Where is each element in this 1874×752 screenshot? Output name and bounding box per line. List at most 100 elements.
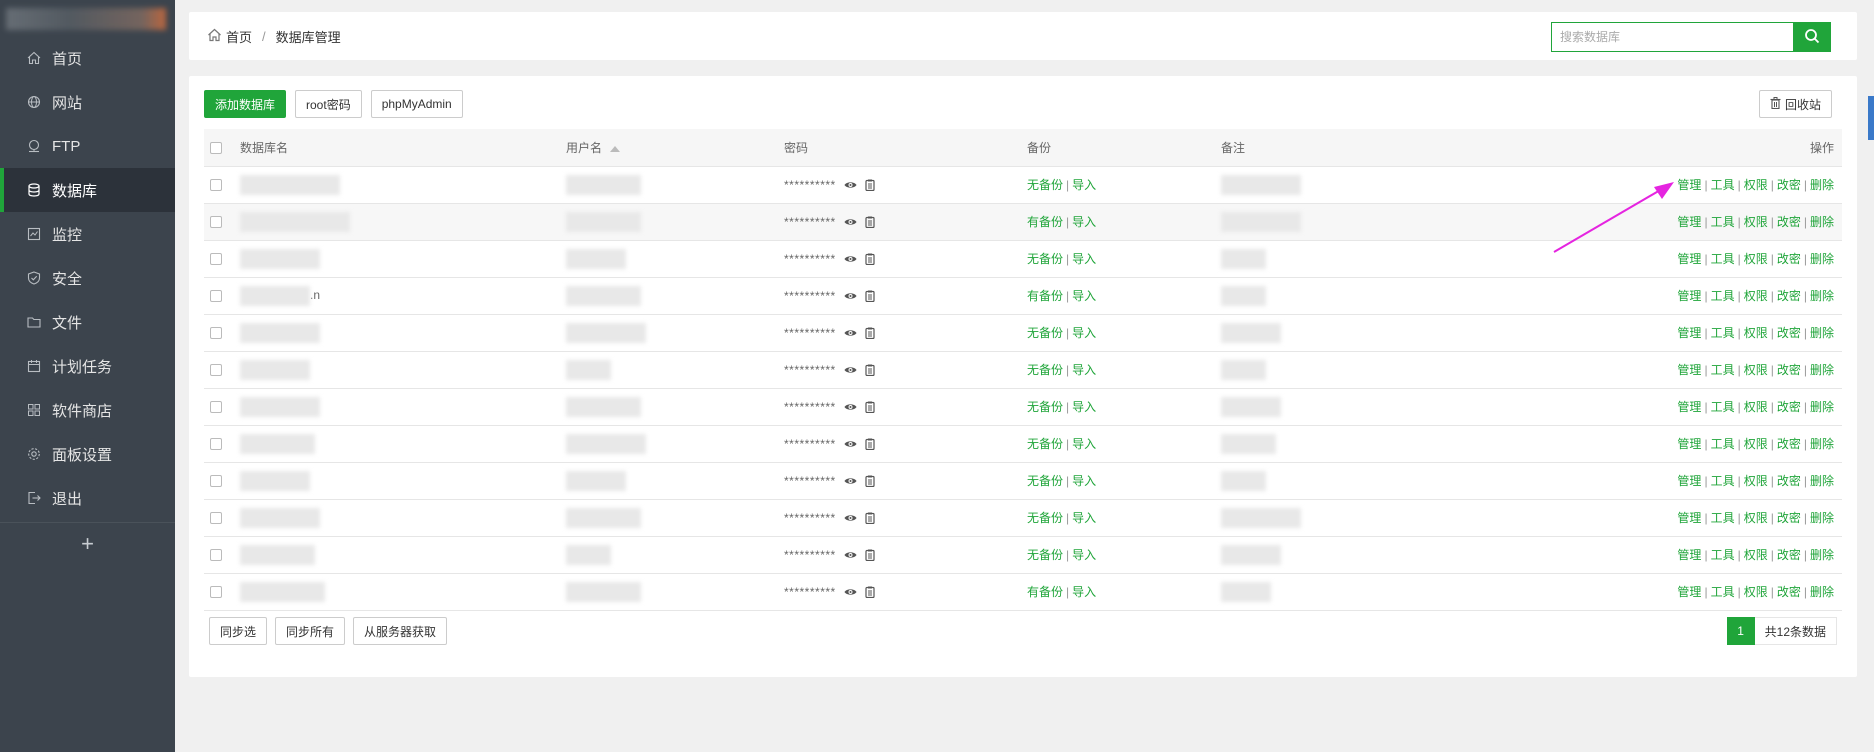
op-link[interactable]: 权限	[1744, 548, 1768, 562]
notes-cell[interactable]	[1215, 240, 1435, 278]
op-link[interactable]: 改密	[1777, 585, 1801, 599]
copy-icon[interactable]	[865, 253, 875, 266]
row-checkbox[interactable]	[210, 401, 222, 414]
op-link[interactable]: 管理	[1677, 178, 1701, 192]
search-input[interactable]	[1551, 22, 1793, 52]
notes-cell[interactable]	[1215, 536, 1435, 574]
notes-cell[interactable]	[1215, 351, 1435, 389]
op-link[interactable]: 删除	[1810, 548, 1834, 562]
eye-icon[interactable]	[844, 550, 857, 560]
copy-icon[interactable]	[865, 179, 875, 192]
op-link[interactable]: 管理	[1677, 252, 1701, 266]
sidebar-item-10[interactable]: 退出	[0, 476, 175, 520]
copy-icon[interactable]	[865, 216, 875, 229]
fetch-from-server-button[interactable]: 从服务器获取	[353, 617, 448, 645]
op-link[interactable]: 工具	[1711, 363, 1735, 377]
import-link[interactable]: 导入	[1072, 252, 1096, 266]
op-link[interactable]: 管理	[1677, 326, 1701, 340]
row-checkbox[interactable]	[210, 475, 222, 488]
copy-icon[interactable]	[865, 512, 875, 525]
copy-icon[interactable]	[865, 401, 875, 414]
op-link[interactable]: 工具	[1711, 400, 1735, 414]
sidebar-item-5[interactable]: 安全	[0, 256, 175, 300]
op-link[interactable]: 改密	[1777, 437, 1801, 451]
add-database-button[interactable]: 添加数据库	[204, 90, 287, 118]
import-link[interactable]: 导入	[1072, 363, 1096, 377]
sidebar-item-0[interactable]: 首页	[0, 36, 175, 80]
op-link[interactable]: 权限	[1744, 215, 1768, 229]
select-all-checkbox[interactable]	[210, 142, 222, 155]
notes-cell[interactable]	[1215, 166, 1435, 204]
op-link[interactable]: 权限	[1744, 326, 1768, 340]
row-checkbox[interactable]	[210, 327, 222, 340]
eye-icon[interactable]	[844, 513, 857, 523]
op-link[interactable]: 工具	[1711, 474, 1735, 488]
sidebar-item-6[interactable]: 文件	[0, 300, 175, 344]
sidebar-item-4[interactable]: 监控	[0, 212, 175, 256]
backup-status-link[interactable]: 无备份	[1027, 511, 1063, 525]
import-link[interactable]: 导入	[1072, 548, 1096, 562]
backup-status-link[interactable]: 有备份	[1027, 585, 1063, 599]
op-link[interactable]: 权限	[1744, 178, 1768, 192]
copy-icon[interactable]	[865, 549, 875, 562]
op-link[interactable]: 管理	[1677, 474, 1701, 488]
page-1-button[interactable]: 1	[1726, 616, 1755, 645]
eye-icon[interactable]	[844, 180, 857, 190]
backup-status-link[interactable]: 无备份	[1027, 178, 1063, 192]
op-link[interactable]: 权限	[1744, 437, 1768, 451]
op-link[interactable]: 工具	[1711, 585, 1735, 599]
op-link[interactable]: 管理	[1677, 511, 1701, 525]
op-link[interactable]: 工具	[1711, 215, 1735, 229]
notes-cell[interactable]	[1215, 314, 1435, 352]
backup-status-link[interactable]: 无备份	[1027, 437, 1063, 451]
add-shortcut-button[interactable]: +	[0, 522, 175, 564]
copy-icon[interactable]	[865, 364, 875, 377]
copy-icon[interactable]	[865, 438, 875, 451]
sidebar-item-3[interactable]: 数据库	[0, 168, 175, 212]
backup-status-link[interactable]: 有备份	[1027, 289, 1063, 303]
eye-icon[interactable]	[844, 439, 857, 449]
sidebar-item-8[interactable]: 软件商店	[0, 388, 175, 432]
root-password-button[interactable]: root密码	[295, 90, 362, 118]
row-checkbox[interactable]	[210, 253, 222, 266]
op-link[interactable]: 权限	[1744, 585, 1768, 599]
op-link[interactable]: 删除	[1810, 585, 1834, 599]
import-link[interactable]: 导入	[1072, 326, 1096, 340]
op-link[interactable]: 删除	[1810, 289, 1834, 303]
op-link[interactable]: 权限	[1744, 363, 1768, 377]
op-link[interactable]: 删除	[1810, 178, 1834, 192]
op-link[interactable]: 管理	[1677, 437, 1701, 451]
row-checkbox[interactable]	[210, 512, 222, 525]
import-link[interactable]: 导入	[1072, 178, 1096, 192]
backup-status-link[interactable]: 无备份	[1027, 252, 1063, 266]
op-link[interactable]: 管理	[1677, 400, 1701, 414]
import-link[interactable]: 导入	[1072, 474, 1096, 488]
op-link[interactable]: 改密	[1777, 326, 1801, 340]
phpmyadmin-button[interactable]: phpMyAdmin	[370, 90, 463, 118]
op-link[interactable]: 权限	[1744, 252, 1768, 266]
import-link[interactable]: 导入	[1072, 511, 1096, 525]
op-link[interactable]: 工具	[1711, 178, 1735, 192]
eye-icon[interactable]	[844, 476, 857, 486]
notes-cell[interactable]	[1215, 499, 1435, 537]
notes-cell[interactable]	[1215, 277, 1435, 315]
op-link[interactable]: 管理	[1677, 215, 1701, 229]
copy-icon[interactable]	[865, 586, 875, 599]
sidebar-item-2[interactable]: FTP	[0, 124, 175, 168]
import-link[interactable]: 导入	[1072, 585, 1096, 599]
backup-status-link[interactable]: 无备份	[1027, 474, 1063, 488]
op-link[interactable]: 工具	[1711, 511, 1735, 525]
op-link[interactable]: 工具	[1711, 252, 1735, 266]
op-link[interactable]: 管理	[1677, 363, 1701, 377]
home-icon[interactable]	[207, 28, 222, 45]
row-checkbox[interactable]	[210, 549, 222, 562]
col-user[interactable]: 用户名	[560, 129, 778, 167]
notes-cell[interactable]	[1215, 573, 1435, 611]
notes-cell[interactable]	[1215, 388, 1435, 426]
op-link[interactable]: 删除	[1810, 252, 1834, 266]
notes-cell[interactable]	[1215, 462, 1435, 500]
row-checkbox[interactable]	[210, 290, 222, 303]
backup-status-link[interactable]: 有备份	[1027, 215, 1063, 229]
backup-status-link[interactable]: 无备份	[1027, 548, 1063, 562]
notes-cell[interactable]	[1215, 203, 1435, 241]
